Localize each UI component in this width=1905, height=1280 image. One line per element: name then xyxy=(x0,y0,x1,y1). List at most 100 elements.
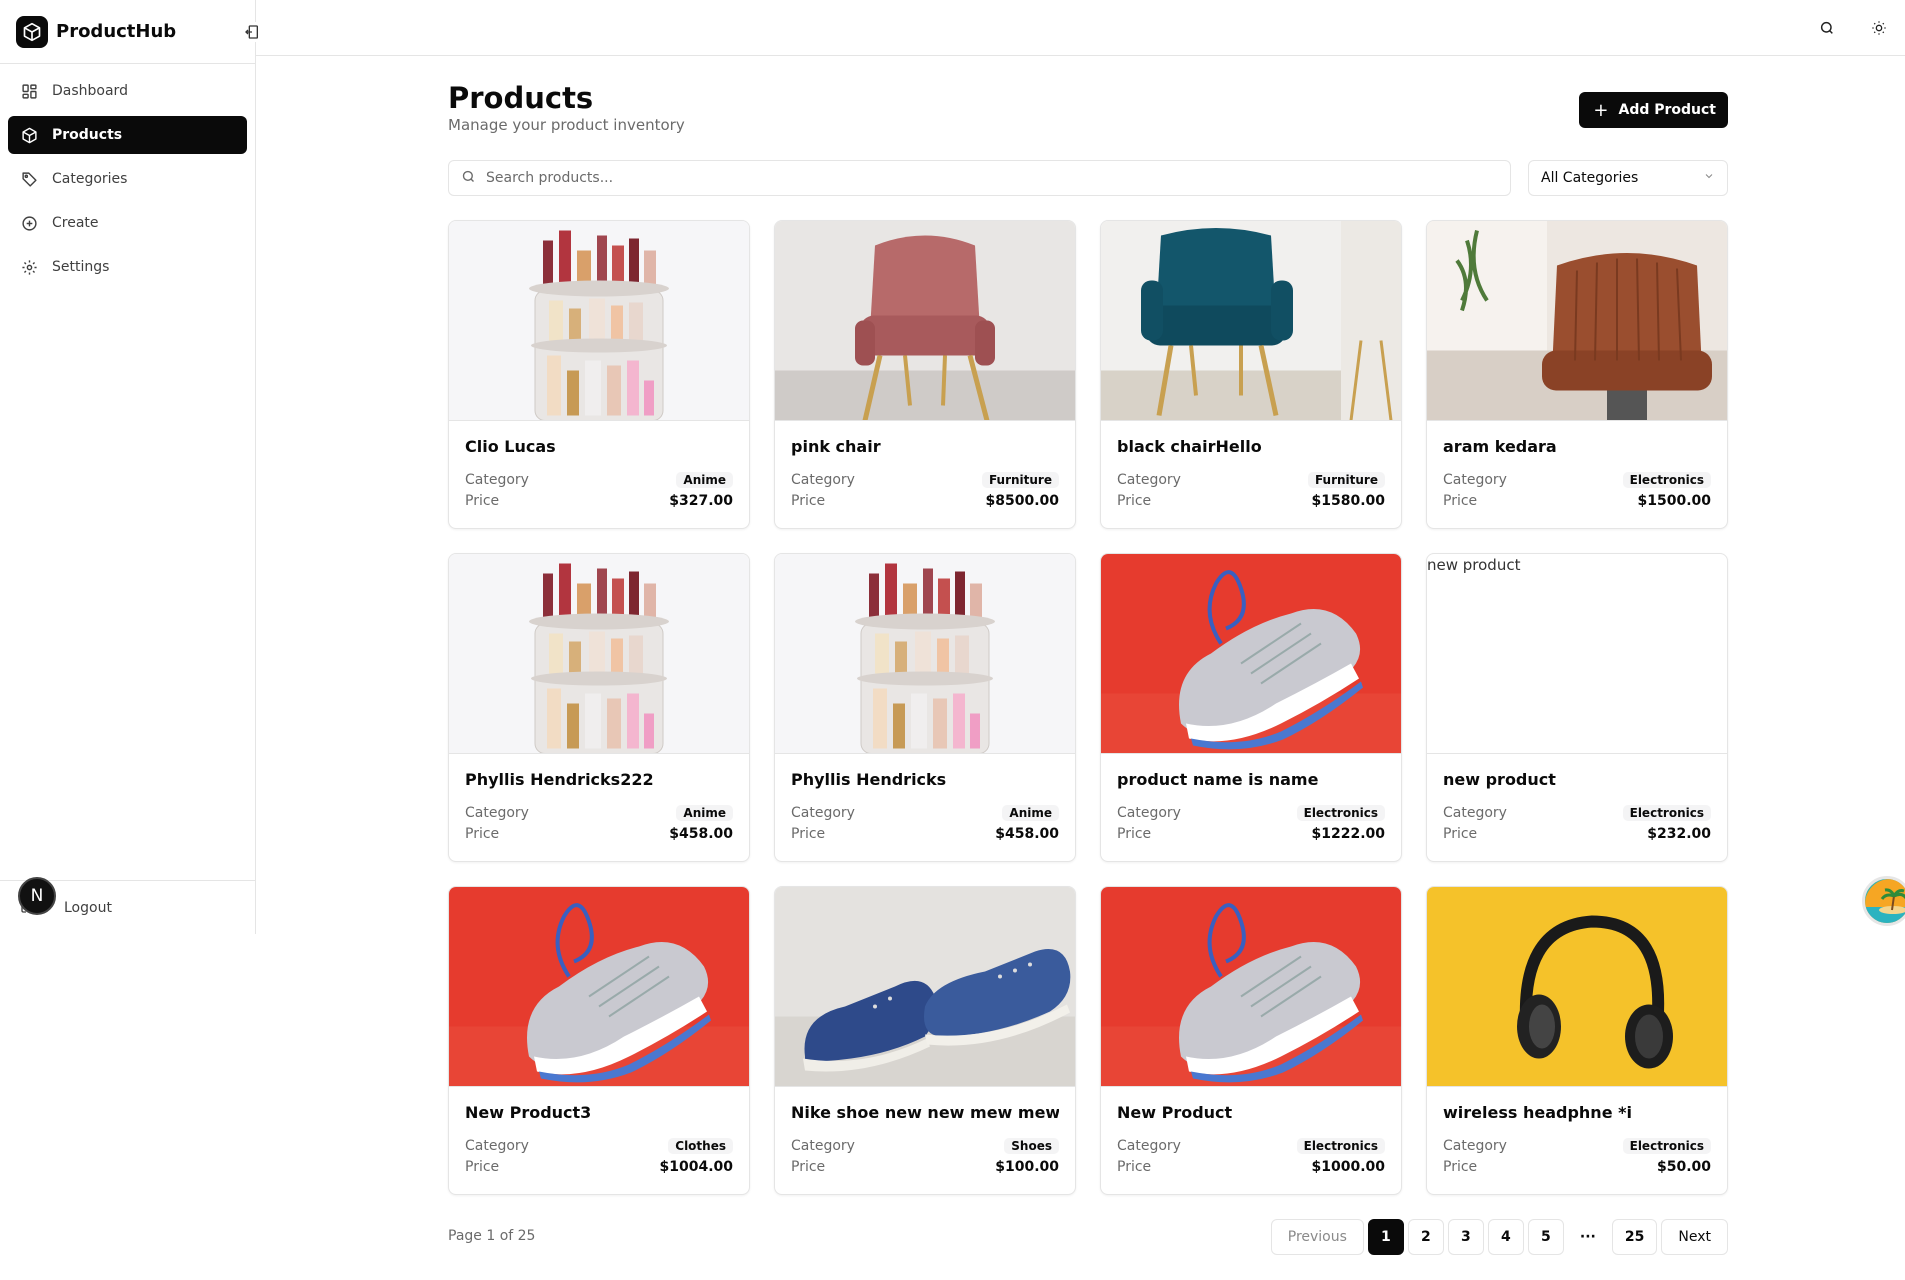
category-label: Category xyxy=(1443,1137,1507,1154)
sidebar-item-products[interactable]: Products xyxy=(8,116,247,154)
pagination-buttons: Previous 1 2 3 4 5 ··· 25 Next xyxy=(1270,1219,1728,1255)
product-name: New Product3 xyxy=(465,1103,592,1122)
price-row: Price $458.00 xyxy=(791,823,1059,844)
product-name: Clio Lucas xyxy=(465,437,556,456)
page-button-5[interactable]: 5 xyxy=(1527,1219,1564,1255)
previous-page-button[interactable]: Previous xyxy=(1270,1219,1364,1255)
category-label: Category xyxy=(1117,1137,1181,1154)
product-image[interactable]: new product xyxy=(1427,554,1727,754)
category-label: Category xyxy=(1443,804,1507,821)
category-label: Category xyxy=(791,804,855,821)
logout-label: Logout xyxy=(64,899,112,916)
price-row: Price $327.00 xyxy=(465,490,733,511)
category-row: Category Clothes xyxy=(465,1135,733,1156)
price-value: $8500.00 xyxy=(985,492,1059,509)
price-value: $458.00 xyxy=(995,825,1059,842)
product-image[interactable] xyxy=(1427,887,1727,1087)
price-label: Price xyxy=(465,492,500,509)
product-card[interactable]: product name is name Category Electronics P… xyxy=(1100,553,1402,862)
dashboard-icon xyxy=(20,82,38,100)
product-card[interactable]: Phyllis Hendricks Category Anime Price $458.… xyxy=(774,553,1076,862)
category-badge: Anime xyxy=(676,804,733,821)
price-value: $1222.00 xyxy=(1311,825,1385,842)
product-image[interactable] xyxy=(775,221,1075,421)
sidebar-item-categories[interactable]: Categories xyxy=(8,160,247,198)
product-card[interactable]: pink chair Category Furniture Price $8500.00 xyxy=(774,220,1076,529)
product-name: wireless headphne *i xyxy=(1443,1103,1632,1122)
avatar[interactable]: N xyxy=(18,877,56,915)
next-page-button[interactable]: Next xyxy=(1661,1219,1728,1255)
product-image[interactable] xyxy=(449,887,749,1087)
sidebar-item-label: Settings xyxy=(52,259,110,275)
category-label: Category xyxy=(465,804,529,821)
page-subtitle: Manage your product inventory xyxy=(448,116,685,134)
product-card[interactable]: black chairHello Category Furniture Price $1… xyxy=(1100,220,1402,529)
price-row: Price $232.00 xyxy=(1443,823,1711,844)
product-card-body: black chairHello Category Furniture Price $1… xyxy=(1101,421,1401,511)
sidebar-item-label: Products xyxy=(52,127,123,143)
product-card-body: product name is name Category Electronics P… xyxy=(1101,754,1401,844)
page-button-3[interactable]: 3 xyxy=(1447,1219,1484,1255)
category-row: Category Furniture xyxy=(1117,469,1385,490)
page-button-1[interactable]: 1 xyxy=(1367,1219,1404,1255)
product-image[interactable] xyxy=(1427,221,1727,421)
product-card[interactable]: aram kedara Category Electronics Price $1500… xyxy=(1426,220,1728,529)
product-card[interactable]: wireless headphne *i Category Electronics P… xyxy=(1426,886,1728,1195)
price-label: Price xyxy=(791,825,826,842)
product-image[interactable] xyxy=(1101,887,1401,1087)
search-box[interactable] xyxy=(448,160,1511,196)
product-card[interactable]: Phyllis Hendricks222 Category Anime Price $4… xyxy=(448,553,750,862)
product-card[interactable]: Clio Lucas Category Anime Price $327.00 xyxy=(448,220,750,529)
search-icon[interactable] xyxy=(1817,18,1837,38)
search-input[interactable] xyxy=(486,170,1386,186)
product-image[interactable] xyxy=(1101,554,1401,754)
page-button-4[interactable]: 4 xyxy=(1487,1219,1524,1255)
price-row: Price $50.00 xyxy=(1443,1156,1711,1177)
product-image[interactable] xyxy=(449,221,749,421)
page-button-2[interactable]: 2 xyxy=(1407,1219,1444,1255)
category-row: Category Anime xyxy=(465,802,733,823)
price-label: Price xyxy=(1443,825,1478,842)
product-grid: Clio Lucas Category Anime Price $327.00 pink … xyxy=(448,220,1728,1195)
main-content: Products Manage your product inventory +… xyxy=(448,56,1728,1255)
sidebar: ProductHub Dashboard Products Categories xyxy=(0,0,262,934)
sidebar-item-label: Categories xyxy=(52,171,128,187)
product-name: Nike shoe new new mew mew xyxy=(791,1103,1059,1122)
product-name: product name is name xyxy=(1117,770,1319,789)
category-badge: Furniture xyxy=(981,471,1059,488)
product-card[interactable]: New Product3 Category Clothes Price $1004.00 xyxy=(448,886,750,1195)
sidebar-item-dashboard[interactable]: Dashboard xyxy=(8,72,247,110)
category-row: Category Anime xyxy=(465,469,733,490)
page-button-last[interactable]: 25 xyxy=(1611,1219,1658,1255)
category-badge: Electronics xyxy=(1622,1137,1711,1154)
price-value: $1500.00 xyxy=(1637,492,1711,509)
product-image[interactable] xyxy=(449,554,749,754)
product-card[interactable]: new product new product Category Electronic… xyxy=(1426,553,1728,862)
chevron-down-icon xyxy=(1703,170,1715,186)
category-badge: Furniture xyxy=(1307,471,1385,488)
brand[interactable]: ProductHub xyxy=(0,0,262,64)
price-value: $1000.00 xyxy=(1311,1158,1385,1175)
floating-assistant-button[interactable] xyxy=(1862,876,1905,926)
product-card-body: Clio Lucas Category Anime Price $327.00 xyxy=(449,421,749,511)
sun-icon[interactable] xyxy=(1869,18,1889,38)
product-image[interactable] xyxy=(775,554,1075,754)
category-select[interactable]: All Categories xyxy=(1528,160,1728,196)
search-icon xyxy=(461,169,476,188)
product-card-body: pink chair Category Furniture Price $8500.00 xyxy=(775,421,1075,511)
product-image[interactable] xyxy=(1101,221,1401,421)
sidebar-item-settings[interactable]: Settings xyxy=(8,248,247,286)
price-value: $458.00 xyxy=(669,825,733,842)
category-badge: Shoes xyxy=(1004,1137,1059,1154)
product-image[interactable] xyxy=(775,887,1075,1087)
price-row: Price $1500.00 xyxy=(1443,490,1711,511)
category-row: Category Electronics xyxy=(1443,1135,1711,1156)
sidebar-item-create[interactable]: Create xyxy=(8,204,247,242)
page-info: Page 1 of 25 xyxy=(448,1228,536,1244)
price-label: Price xyxy=(1443,492,1478,509)
price-label: Price xyxy=(465,1158,500,1175)
category-row: Category Shoes xyxy=(791,1135,1059,1156)
add-product-button[interactable]: + Add Product xyxy=(1579,92,1728,128)
product-card[interactable]: New Product Category Electronics Price $1000… xyxy=(1100,886,1402,1195)
product-card[interactable]: Nike shoe new new mew mew Category Shoes Pr… xyxy=(774,886,1076,1195)
